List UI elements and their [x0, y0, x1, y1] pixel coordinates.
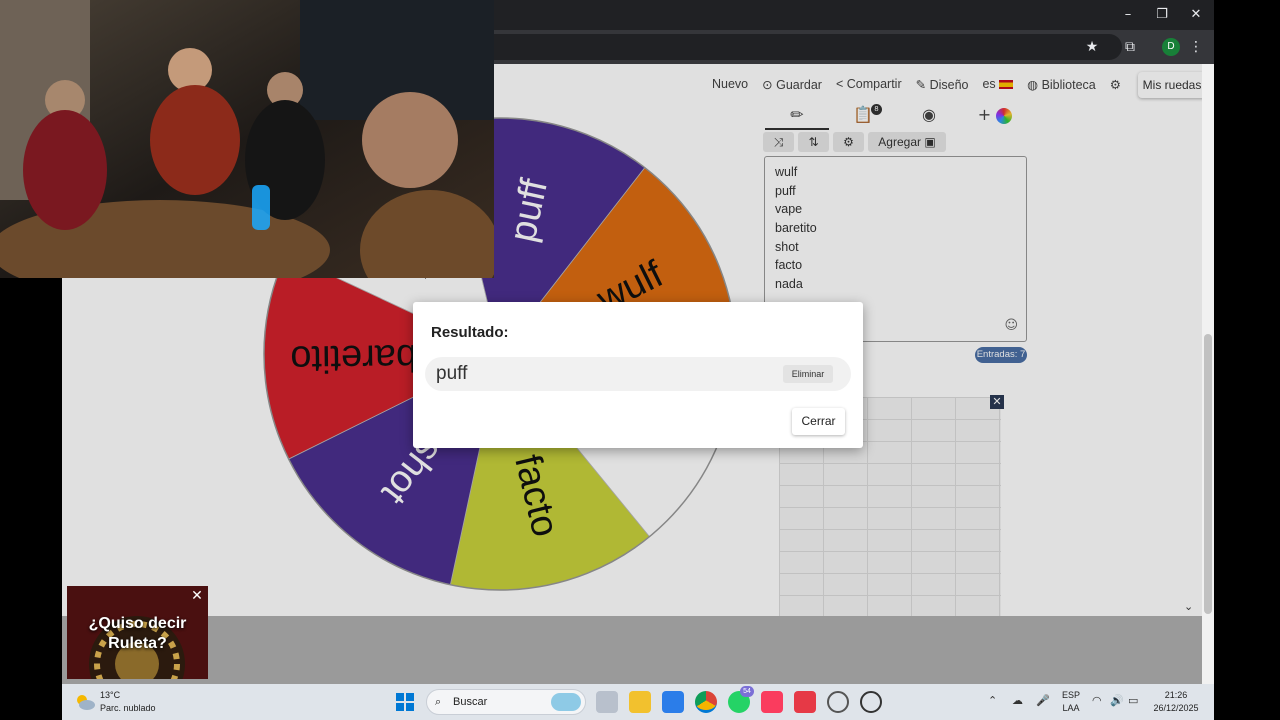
chrome-icon[interactable] [695, 691, 717, 713]
language-code[interactable]: ESP [1058, 690, 1084, 700]
wifi-icon[interactable]: ◠ [1092, 694, 1102, 707]
page-bottom-band: ⌄ [62, 600, 1202, 684]
weather-cloud-icon [77, 695, 95, 710]
clock-time[interactable]: 21:26 [1148, 690, 1204, 700]
task-view-icon[interactable] [596, 691, 618, 713]
chevron-down-icon[interactable]: ⌄ [1184, 600, 1193, 613]
music-icon[interactable] [761, 691, 783, 713]
restore-icon[interactable]: ❐ [1152, 5, 1172, 25]
bookmark-star-icon[interactable]: ★ [1082, 37, 1102, 57]
webcam-app-icon[interactable] [860, 691, 882, 713]
language-layout: LAA [1062, 703, 1080, 713]
whatsapp-icon[interactable]: 54 [728, 686, 754, 713]
more-menu-icon[interactable]: ⋮ [1186, 37, 1206, 57]
weather-temp: 13°C [100, 690, 121, 700]
weather-widget[interactable]: 13°C Parc. nublado [74, 689, 174, 715]
webcam-feed [0, 0, 494, 278]
screen: – ❐ ✕ ★ ⧉ D ⋮ Nuevo ⊙ Guardar < Comparti… [0, 0, 1280, 720]
file-explorer-icon[interactable] [629, 691, 651, 713]
taskbar: 13°C Parc. nublado ⌕ Buscar 54 ⌃ ☁ 🎤 ESP… [62, 684, 1214, 720]
profile-avatar[interactable]: D [1162, 38, 1180, 56]
microphone-icon[interactable]: 🎤 [1036, 694, 1050, 707]
search-icon: ⌕ [435, 695, 442, 708]
search-highlight-icon [551, 693, 581, 711]
onedrive-icon[interactable]: ☁ [1012, 694, 1023, 707]
whatsapp-badge: 54 [740, 686, 754, 697]
close-window-icon[interactable]: ✕ [1186, 5, 1206, 25]
battery-icon[interactable]: ▭ [1128, 694, 1138, 707]
result-row: puff Eliminar [425, 357, 851, 391]
remove-button[interactable]: Eliminar [783, 365, 833, 383]
close-ad-icon[interactable]: ✕ [189, 588, 205, 604]
search-label: Buscar [453, 696, 488, 708]
result-dialog: Resultado: puff Eliminar Cerrar [413, 302, 863, 448]
windows-start-icon[interactable] [394, 691, 416, 713]
scroll-thumb[interactable] [1204, 334, 1212, 614]
store-icon[interactable] [662, 691, 684, 713]
volume-icon[interactable]: 🔊 [1110, 694, 1124, 707]
close-button[interactable]: Cerrar [792, 408, 845, 435]
result-value: puff [436, 363, 468, 384]
dialog-title: Resultado: [431, 324, 509, 341]
video-app-icon[interactable] [794, 691, 816, 713]
obs-icon[interactable] [827, 691, 849, 713]
page-scrollbar[interactable] [1202, 64, 1214, 684]
roulette-ad-text: ¿Quiso decir Ruleta? [88, 615, 187, 652]
tray-chevron-icon[interactable]: ⌃ [988, 694, 997, 707]
minimize-icon[interactable]: – [1118, 5, 1138, 25]
clock-date: 26/12/2025 [1153, 703, 1199, 713]
weather-condition: Parc. nublado [100, 703, 156, 713]
taskbar-search[interactable]: ⌕ Buscar [426, 689, 586, 715]
roulette-ad[interactable]: ¿Quiso decir Ruleta? ✕ [67, 586, 208, 679]
extensions-icon[interactable]: ⧉ [1120, 37, 1140, 57]
